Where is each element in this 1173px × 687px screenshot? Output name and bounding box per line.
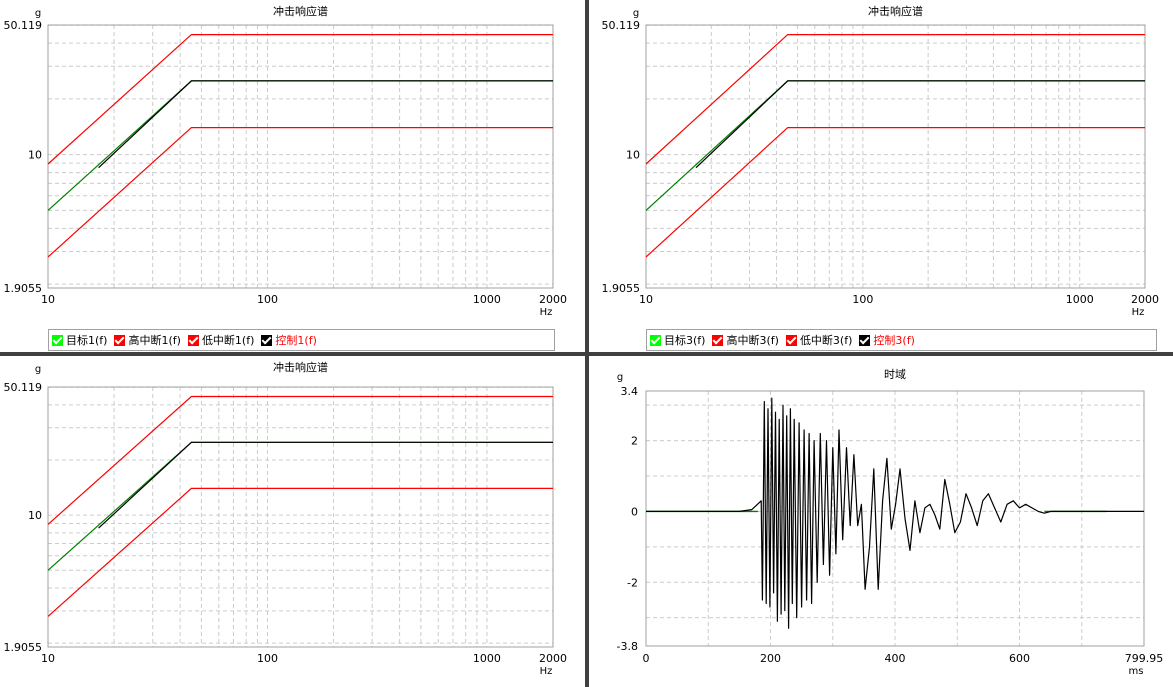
legend-checkbox-icon[interactable] — [859, 334, 871, 346]
chart-title: 冲击响应谱 — [273, 4, 328, 18]
y-tick-label: 2 — [631, 435, 638, 448]
x-tick-label: 100 — [257, 652, 278, 665]
legend-label: 低中断1(f) — [201, 334, 255, 347]
chart-title: 冲击响应谱 — [868, 4, 923, 18]
legend-checkbox-icon[interactable] — [187, 334, 199, 346]
legend-item[interactable]: 控制3(f) — [859, 332, 915, 348]
y-tick-label: 50.119 — [4, 381, 43, 394]
y-tick-label: 50.119 — [4, 19, 43, 32]
y-tick-label: 50.119 — [602, 19, 641, 32]
y-tick-label: 1.9055 — [4, 282, 43, 295]
time-domain-panel: 时域 g 3.4 2 0 -2 -3.8 0 200 400 600 799.95 ms — [587, 354, 1173, 687]
srs-legend-1: 目标1(f) 高中断1(f) 低中断1(f) 控制1(f) — [48, 329, 555, 351]
x-unit-label: Hz — [1132, 307, 1145, 318]
x-tick-label: 10 — [41, 293, 55, 306]
y-tick-label: 10 — [28, 149, 42, 162]
y-unit-label: g — [617, 372, 623, 383]
chart-title: 冲击响应谱 — [273, 360, 328, 374]
legend-item[interactable]: 低中断1(f) — [187, 332, 255, 348]
x-tick-label: 400 — [885, 652, 906, 665]
y-tick-label: 10 — [28, 509, 42, 522]
legend-item[interactable]: 目标1(f) — [52, 332, 107, 348]
x-unit-label: ms — [1129, 666, 1144, 677]
x-unit-label: Hz — [540, 666, 553, 677]
x-tick-label: 100 — [852, 293, 873, 306]
legend-label: 低中断3(f) — [799, 334, 853, 347]
y-tick-label: 1.9055 — [4, 641, 43, 654]
legend-item[interactable]: 控制1(f) — [261, 332, 317, 348]
x-tick-label: 1000 — [473, 652, 501, 665]
x-unit-label: Hz — [540, 307, 553, 318]
x-tick-label: 799.95 — [1125, 652, 1164, 665]
x-tick-label: 2000 — [539, 293, 567, 306]
plot-frame — [645, 24, 1146, 289]
legend-label: 高中断1(f) — [128, 334, 181, 347]
time-domain-chart: 时域 g 3.4 2 0 -2 -3.8 0 200 400 600 799.95ms — [617, 368, 1164, 677]
x-tick-label: 10 — [639, 293, 653, 306]
legend-checkbox-icon[interactable] — [650, 334, 661, 346]
y-tick-label: -3.8 — [617, 640, 638, 653]
srs-legend-3: 目标3(f) 高中断3(f) 低中断3(f) 控制3(f) — [646, 329, 1157, 351]
report-window: 冲击响应谱 g 50.119 10 1.9055 10 100 1000 2000 Hz 目标1(… — [0, 0, 1173, 687]
srs-panel-3: 冲击响应谱 g 50.119 10 1.9055 10 100 1000 2000 Hz 目标3(… — [587, 0, 1173, 354]
srs-panel-1: 冲击响应谱 g 50.119 10 1.9055 10 100 1000 2000 Hz 目标1(… — [0, 0, 587, 354]
legend-item[interactable]: 高中断3(f) — [712, 332, 779, 348]
x-tick-label: 100 — [257, 293, 278, 306]
y-tick-label: 10 — [626, 149, 640, 162]
srs-chart-3: 冲击响应谱g50.119101.905510 100 1000 2000Hz — [602, 4, 1160, 318]
legend-checkbox-icon[interactable] — [261, 334, 273, 346]
legend-checkbox-icon[interactable] — [712, 334, 724, 346]
legend-checkbox-icon[interactable] — [785, 334, 797, 346]
legend-label: 控制3(f) — [873, 334, 915, 347]
legend-item[interactable]: 低中断3(f) — [785, 332, 853, 348]
y-tick-label: 0 — [631, 505, 638, 518]
x-tick-label: 1000 — [473, 293, 501, 306]
y-unit-label: g — [633, 8, 639, 19]
legend-label: 目标3(f) — [664, 334, 706, 347]
legend-label: 高中断3(f) — [726, 334, 779, 347]
y-tick-label: 3.4 — [621, 385, 639, 398]
x-tick-label: 0 — [643, 652, 650, 665]
legend-checkbox-icon[interactable] — [52, 334, 63, 346]
legend-item[interactable]: 目标3(f) — [650, 332, 705, 348]
legend-label: 目标1(f) — [66, 334, 108, 347]
srs-chart-bottom: 冲击响应谱g50.119101.905510 100 1000 2000Hz — [4, 360, 568, 677]
x-tick-label: 1000 — [1066, 293, 1094, 306]
x-tick-label: 2000 — [1131, 293, 1159, 306]
legend-item[interactable]: 高中断1(f) — [114, 332, 181, 348]
chart-title: 时域 — [884, 368, 906, 381]
x-tick-label: 600 — [1009, 652, 1030, 665]
legend-label: 控制1(f) — [275, 334, 317, 347]
x-tick-label: 200 — [760, 652, 781, 665]
y-unit-label: g — [35, 364, 41, 375]
y-unit-label: g — [35, 8, 41, 19]
srs-panel-bottom: 冲击响应谱 g 50.119 10 1.9055 10 100 1000 2000 Hz — [0, 354, 587, 687]
legend-checkbox-icon[interactable] — [114, 334, 126, 346]
plot-frame — [47, 24, 554, 289]
x-tick-label: 2000 — [539, 652, 567, 665]
x-tick-label: 10 — [41, 652, 55, 665]
srs-chart-1: 冲击响应谱g50.119101.905510 100 1000 2000Hz — [4, 4, 568, 318]
y-tick-label: 1.9055 — [602, 282, 641, 295]
y-tick-label: -2 — [627, 576, 638, 589]
